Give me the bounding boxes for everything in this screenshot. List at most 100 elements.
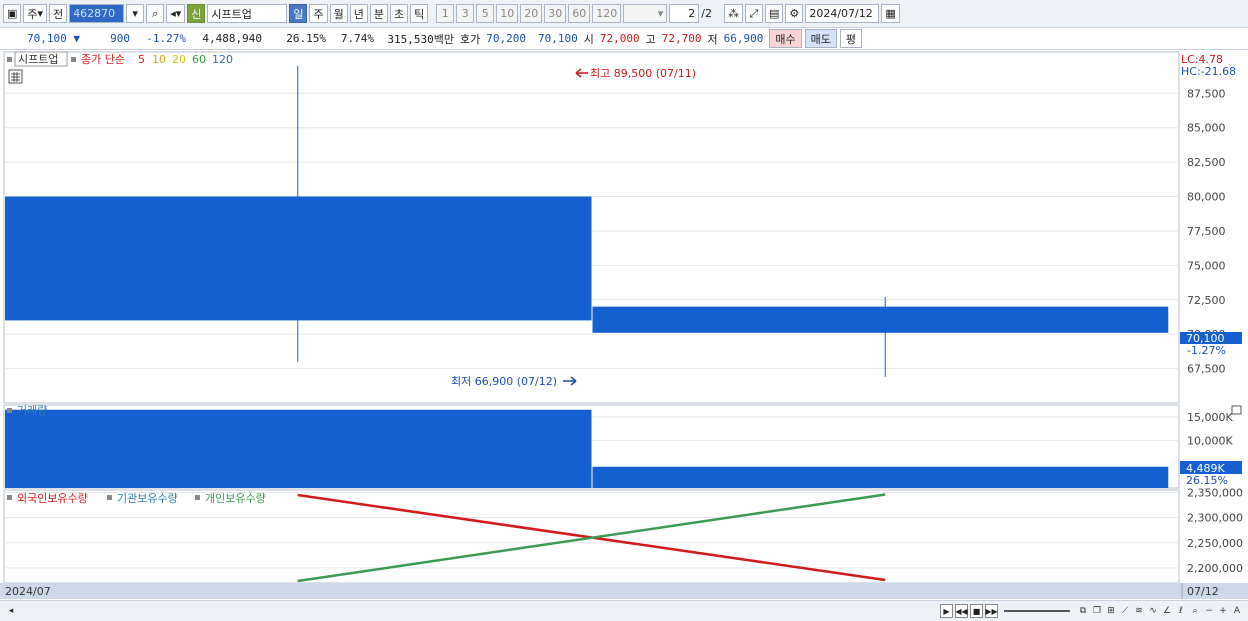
market-label: 주	[27, 7, 38, 21]
settings-gear-icon[interactable]: ⚙	[785, 4, 804, 23]
magnifier-icon[interactable]: ⌕	[1189, 605, 1201, 617]
last-change-label: -1.27%	[1187, 344, 1226, 357]
bottom-toolbar: ◂ ▶ ◀◀ ■ ▶▶ ⧉ ❐ ⊞ ⟋ ≋ ∿ ∠ ℓ ⌕ − + A	[0, 600, 1248, 621]
speaker-icon[interactable]: ◂▾	[166, 4, 186, 23]
page-total: /2	[701, 7, 712, 20]
ask-value: 70,100	[538, 32, 578, 45]
price-tick-label: 82,500	[1187, 156, 1226, 169]
interval-5-button[interactable]: 5	[476, 4, 495, 23]
fast-forward-icon[interactable]: ▶▶	[985, 604, 998, 618]
bid-label: 호가	[460, 32, 481, 46]
volume-marker-icon	[7, 408, 12, 413]
calendar-icon[interactable]: ▦	[881, 4, 900, 23]
stop-icon[interactable]: ■	[970, 604, 983, 618]
angle-icon[interactable]: ∠	[1161, 605, 1173, 617]
interval-60-button[interactable]: 60	[568, 4, 591, 23]
institution-legend: 기관보유수량	[117, 492, 178, 505]
price-tick-label: 80,000	[1187, 191, 1226, 204]
code-dropdown-icon[interactable]: ▾	[126, 4, 145, 23]
interval-custom-select[interactable]: ▾	[623, 4, 668, 23]
price-change: 900	[110, 32, 130, 45]
stock-chart[interactable]: 67,50070,00072,50075,00077,50080,00082,5…	[0, 50, 1248, 600]
trend-line-icon[interactable]: ⟋	[1119, 605, 1131, 617]
font-icon[interactable]: A	[1231, 605, 1243, 617]
period-day-tab[interactable]: 일	[289, 4, 308, 23]
amount-value: 315,530백만	[387, 32, 454, 46]
current-price-value: 70,100	[27, 32, 67, 45]
high-label: 고	[645, 32, 656, 46]
stock-name-field[interactable]: 시프트업	[207, 4, 288, 23]
hc-label: HC:-21.68	[1181, 65, 1236, 78]
ma20-label: 20	[172, 53, 186, 66]
zoom-slider[interactable]	[1004, 610, 1070, 612]
table-icon-grid	[11, 72, 20, 82]
window-icon[interactable]: ❐	[1091, 605, 1103, 617]
pane-marker-icon	[7, 57, 12, 62]
quote-bar: 70,100 ▼ 900 -1.27% 4,488,940 26.15% 7.7…	[0, 28, 1248, 50]
rewind-icon[interactable]: ◀◀	[955, 604, 968, 618]
holdings-axis: 2,200,000 2,250,000 2,300,000 2,350,000	[1187, 487, 1243, 575]
x-axis-strip	[0, 583, 1248, 599]
copy-icon[interactable]: ⧉	[1077, 605, 1089, 617]
candle-body	[5, 196, 592, 321]
institution-marker-icon	[107, 495, 112, 500]
ma5-label: 5	[138, 53, 145, 66]
buy-button[interactable]: 매수	[769, 29, 802, 48]
volume-tick-label: 15,000K	[1187, 411, 1233, 424]
period-tick-tab[interactable]: 틱	[410, 4, 429, 23]
interval-1-button[interactable]: 1	[436, 4, 455, 23]
wave-icon[interactable]: ∿	[1147, 605, 1159, 617]
stock-code-input[interactable]: 462870	[69, 4, 125, 23]
new-listing-badge: 신	[187, 4, 206, 23]
individual-marker-icon	[195, 495, 200, 500]
zoom-in-icon[interactable]: +	[1217, 605, 1229, 617]
window-menu-icon[interactable]: ▣	[3, 4, 22, 23]
period-week-tab[interactable]: 주	[309, 4, 328, 23]
period-year-tab[interactable]: 년	[349, 4, 368, 23]
x-period-label: 2024/07	[5, 585, 51, 598]
pane-close-icon[interactable]	[1231, 405, 1242, 415]
interval-3-button[interactable]: 3	[456, 4, 475, 23]
low-value: 66,900	[723, 32, 764, 45]
average-button[interactable]: 평	[839, 29, 862, 48]
mode-button[interactable]: 전	[49, 4, 68, 23]
interval-120-button[interactable]: 120	[592, 4, 622, 23]
fib-icon[interactable]: ≋	[1133, 605, 1145, 617]
period-minute-tab[interactable]: 분	[369, 4, 388, 23]
sell-button[interactable]: 매도	[804, 29, 837, 48]
price-tick-label: 67,500	[1187, 363, 1226, 376]
volume-value: 4,488,940	[202, 32, 262, 45]
toolbar: ▣ 주 ▾ 전 462870 ▾ ⌕ ◂▾ 신 시프트업 일 주 월 년 분 초 …	[0, 0, 1248, 28]
date-input[interactable]: 2024/07/12	[805, 4, 880, 23]
market-select[interactable]: 주 ▾	[23, 4, 48, 23]
period-second-tab[interactable]: 초	[389, 4, 409, 23]
text-tool-icon[interactable]: ℓ	[1175, 605, 1187, 617]
candle-body	[592, 306, 1169, 333]
volume-tick-label: 10,000K	[1187, 435, 1233, 448]
draw-tool-icon[interactable]: ⤢	[744, 4, 763, 23]
period-month-tab[interactable]: 월	[329, 4, 348, 23]
zoom-out-icon[interactable]: −	[1203, 605, 1215, 617]
turnover-value: 26.15%	[286, 32, 326, 45]
chart-title: 시프트업	[18, 53, 58, 66]
bid-value: 70,200	[486, 32, 526, 45]
link-icon[interactable]: ⁂	[723, 4, 743, 23]
volume-title: 거래량	[17, 404, 47, 417]
interval-10-button[interactable]: 10	[496, 4, 519, 23]
page-input[interactable]: 2	[669, 4, 700, 23]
grid-icon[interactable]: ⊞	[1105, 605, 1117, 617]
ma60-label: 60	[192, 53, 206, 66]
interval-20-button[interactable]: 20	[520, 4, 543, 23]
ma10-label: 10	[152, 53, 166, 66]
scroll-left-icon[interactable]: ◂	[5, 605, 17, 617]
price-tick-label: 77,500	[1187, 225, 1226, 238]
save-icon[interactable]: ▤	[764, 4, 784, 23]
search-icon[interactable]: ⌕	[146, 4, 165, 23]
play-icon[interactable]: ▶	[940, 604, 953, 618]
foreign-legend: 외국인보유수량	[17, 492, 88, 505]
last-volume-pct: 26.15%	[1186, 474, 1228, 487]
interval-30-button[interactable]: 30	[544, 4, 567, 23]
price-tick-label: 72,500	[1187, 294, 1226, 307]
price-tick-label: 87,500	[1187, 87, 1226, 100]
x-last-date: 07/12	[1187, 585, 1219, 598]
